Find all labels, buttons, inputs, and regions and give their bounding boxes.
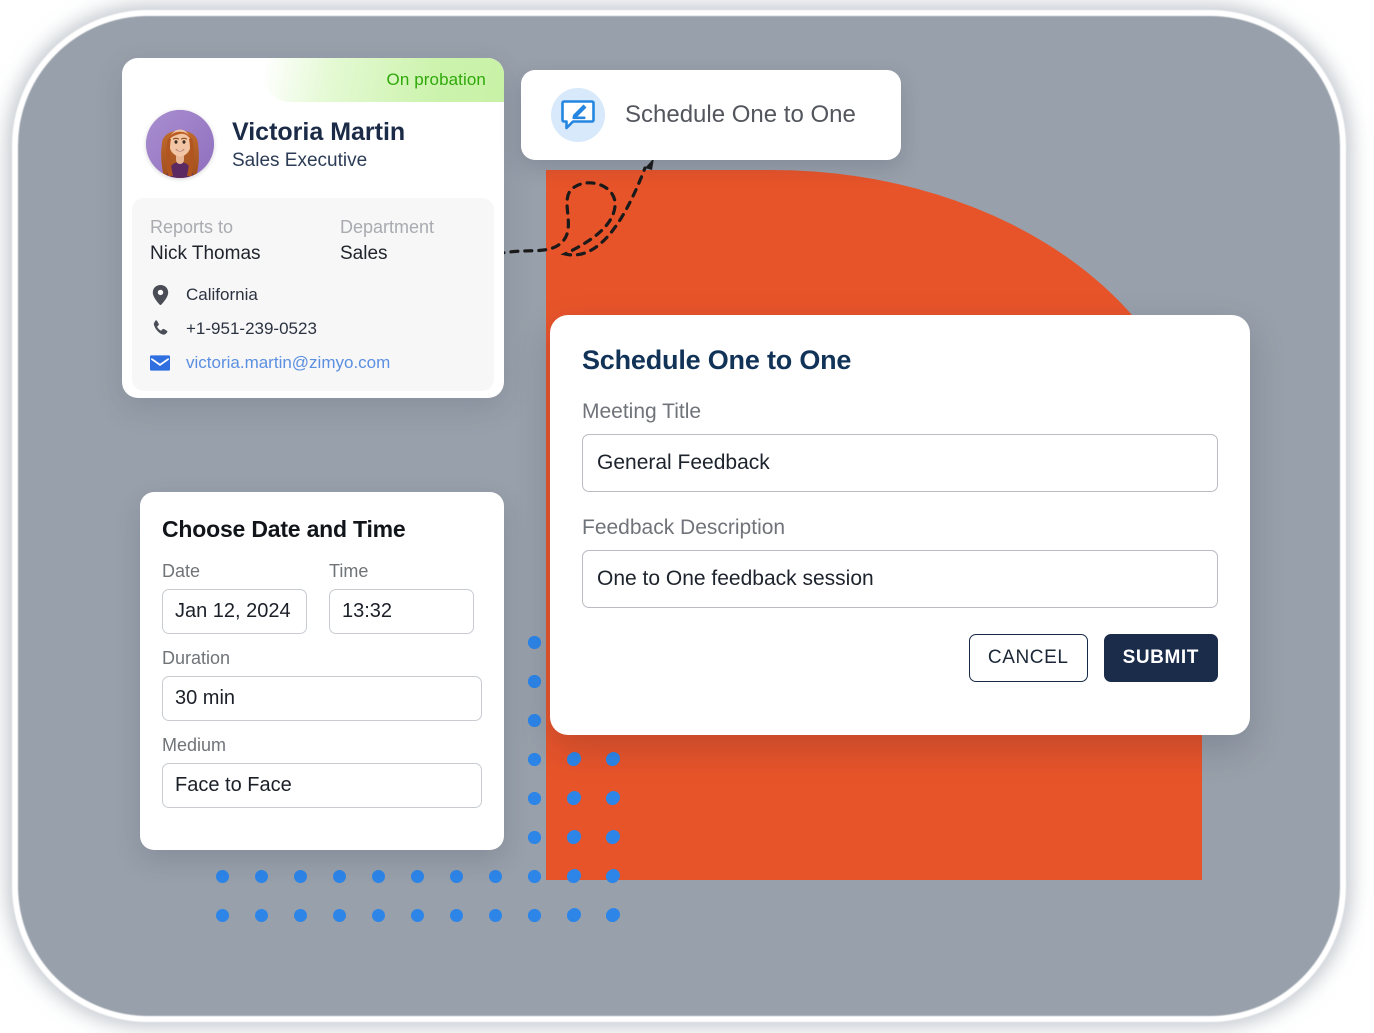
contact-email[interactable]: victoria.martin@zimyo.com (150, 353, 476, 373)
status-badge-label: On probation (386, 70, 486, 89)
time-input[interactable]: 13:32 (329, 589, 474, 634)
grid-dot (528, 909, 541, 922)
grid-dot (528, 714, 541, 727)
grid-dot (528, 675, 541, 688)
avatar (146, 110, 214, 178)
schedule-one-to-one-dialog: Schedule One to One Meeting Title Genera… (550, 315, 1250, 735)
dialog-title: Schedule One to One (582, 345, 852, 375)
contact-location: California (150, 285, 476, 305)
reports-to-value: Nick Thomas (150, 243, 261, 264)
dashed-squiggle-decoration (495, 158, 654, 257)
medium-label: Medium (162, 735, 227, 755)
duration-field: Duration 30 min (162, 648, 482, 721)
schedule-one-to-one-button[interactable]: Schedule One to One (521, 70, 901, 160)
date-time-row: Date Jan 12, 2024 Time 13:32 (162, 561, 482, 634)
location-pin-icon (150, 285, 170, 305)
reports-to-label: Reports to (150, 217, 234, 237)
grid-dot (489, 870, 502, 883)
date-field: Date Jan 12, 2024 (162, 561, 307, 634)
grid-dot (216, 870, 229, 883)
grid-dot (568, 830, 581, 843)
cancel-button[interactable]: CANCEL (968, 634, 1088, 682)
grid-dot (568, 791, 581, 804)
email-value[interactable]: victoria.martin@zimyo.com (186, 353, 390, 373)
reports-to-field: Reports to Nick Thomas (150, 214, 340, 265)
grid-dot (607, 830, 620, 843)
duration-label: Duration (162, 648, 231, 668)
grid-dot (607, 908, 620, 921)
department-value: Sales (340, 243, 388, 264)
grid-dot (528, 870, 541, 883)
duration-input[interactable]: 30 min (162, 676, 482, 721)
grid-dot (333, 909, 346, 922)
grid-dot (528, 792, 541, 805)
status-badge: On probation (264, 58, 504, 102)
grid-dot (568, 752, 581, 765)
chat-edit-icon (551, 88, 605, 142)
grid-dot (568, 908, 581, 921)
meeting-title-label: Meeting Title (582, 400, 702, 423)
time-label: Time (329, 561, 369, 581)
feedback-description-label: Feedback Description (582, 516, 786, 539)
avatar-photo (146, 110, 214, 178)
profile-meta-row: Reports to Nick Thomas Department Sales (150, 214, 476, 265)
grid-dot (372, 909, 385, 922)
grid-dot (528, 636, 541, 649)
envelope-icon (150, 355, 170, 371)
medium-field: Medium Face to Face (162, 735, 482, 808)
meeting-title-input[interactable]: General Feedback (582, 434, 1218, 492)
phone-icon (150, 320, 170, 338)
employee-profile-card: On probation Victoria Martin Sales Execu… (122, 58, 504, 398)
grid-dot (568, 869, 581, 882)
department-label: Department (340, 217, 435, 237)
date-label: Date (162, 561, 201, 581)
grid-dot (372, 870, 385, 883)
grid-dot (489, 909, 502, 922)
grid-dot (450, 909, 463, 922)
medium-input[interactable]: Face to Face (162, 763, 482, 808)
dialog-actions: CANCEL SUBMIT (582, 634, 1218, 682)
date-input[interactable]: Jan 12, 2024 (162, 589, 307, 634)
grid-dot (294, 909, 307, 922)
choose-date-time-card: Choose Date and Time Date Jan 12, 2024 T… (140, 492, 504, 850)
grid-dot (333, 870, 346, 883)
phone-value: +1-951-239-0523 (186, 319, 317, 338)
blue-dot-grid-inner (568, 752, 648, 932)
time-field: Time 13:32 (329, 561, 474, 634)
grid-dot (216, 909, 229, 922)
grid-dot (528, 831, 541, 844)
employee-name: Victoria Martin (232, 117, 406, 146)
grid-dot (607, 869, 620, 882)
grid-dot (411, 909, 424, 922)
grid-dot (255, 909, 268, 922)
grid-dot (294, 870, 307, 883)
employee-role: Sales Executive (232, 149, 368, 171)
schedule-button-label: Schedule One to One (625, 101, 856, 128)
contact-phone: +1-951-239-0523 (150, 319, 476, 339)
profile-identity: Victoria Martin Sales Executive (232, 117, 405, 172)
grid-dot (255, 870, 268, 883)
grid-dot (411, 870, 424, 883)
feedback-description-input[interactable]: One to One feedback session (582, 550, 1218, 608)
grid-dot (607, 752, 620, 765)
submit-button[interactable]: SUBMIT (1103, 634, 1218, 682)
grid-dot (607, 791, 620, 804)
grid-dot (450, 870, 463, 883)
department-field: Department Sales (340, 214, 434, 265)
screenshot-stage: On probation Victoria Martin Sales Execu… (0, 0, 1374, 1033)
grid-dot (528, 753, 541, 766)
date-time-card-title: Choose Date and Time (162, 516, 406, 542)
contact-list: California +1-951-239-0523 victoria.mart… (150, 285, 476, 373)
location-value: California (186, 285, 258, 304)
profile-details: Reports to Nick Thomas Department Sales (132, 198, 494, 391)
